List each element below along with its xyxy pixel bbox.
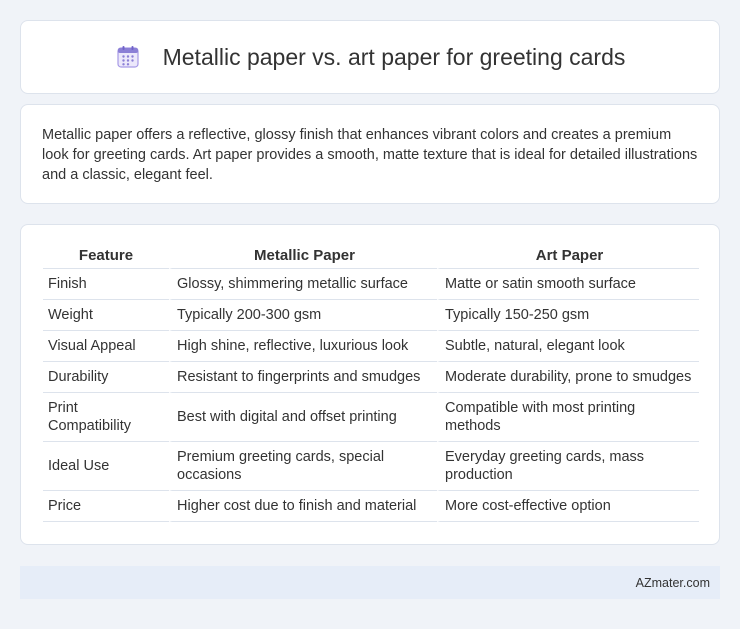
- comparison-table: Feature Metallic Paper Art Paper Finish …: [43, 245, 699, 522]
- calendar-icon: [117, 46, 139, 68]
- table-row: Finish Glossy, shimmering metallic surfa…: [43, 269, 699, 300]
- art-cell: Matte or satin smooth surface: [437, 269, 699, 300]
- table-row: Price Higher cost due to finish and mate…: [43, 491, 699, 522]
- metallic-cell: Premium greeting cards, special occasion…: [169, 442, 437, 491]
- column-header-feature: Feature: [43, 245, 169, 269]
- column-header-art-paper: Art Paper: [437, 245, 699, 269]
- page-title: Metallic paper vs. art paper for greetin…: [162, 43, 626, 70]
- feature-cell: Visual Appeal: [43, 331, 169, 362]
- comparison-table-card: Feature Metallic Paper Art Paper Finish …: [20, 224, 720, 545]
- feature-cell: Price: [43, 491, 169, 522]
- art-cell: Subtle, natural, elegant look: [437, 331, 699, 362]
- intro-card: Metallic paper offers a reflective, glos…: [20, 104, 720, 204]
- art-cell: Compatible with most printing methods: [437, 393, 699, 442]
- feature-cell: Print Compatibility: [43, 393, 169, 442]
- metallic-cell: Typically 200-300 gsm: [169, 300, 437, 331]
- feature-cell: Ideal Use: [43, 442, 169, 491]
- metallic-cell: Higher cost due to finish and material: [169, 491, 437, 522]
- table-row: Ideal Use Premium greeting cards, specia…: [43, 442, 699, 491]
- metallic-cell: Resistant to fingerprints and smudges: [169, 362, 437, 393]
- footer-site-name: AZmater.com: [635, 575, 710, 590]
- column-header-metallic-paper: Metallic Paper: [169, 245, 437, 269]
- feature-cell: Finish: [43, 269, 169, 300]
- feature-cell: Weight: [43, 300, 169, 331]
- art-cell: Moderate durability, prone to smudges: [437, 362, 699, 393]
- title-card: Metallic paper vs. art paper for greetin…: [20, 20, 720, 94]
- table-row: Durability Resistant to fingerprints and…: [43, 362, 699, 393]
- art-cell: Everyday greeting cards, mass production: [437, 442, 699, 491]
- footer: AZmater.com: [20, 566, 720, 599]
- metallic-cell: Best with digital and offset printing: [169, 393, 437, 442]
- metallic-cell: High shine, reflective, luxurious look: [169, 331, 437, 362]
- art-cell: Typically 150-250 gsm: [437, 300, 699, 331]
- table-header-row: Feature Metallic Paper Art Paper: [43, 245, 699, 269]
- table-row: Print Compatibility Best with digital an…: [43, 393, 699, 442]
- feature-cell: Durability: [43, 362, 169, 393]
- metallic-cell: Glossy, shimmering metallic surface: [169, 269, 437, 300]
- table-row: Weight Typically 200-300 gsm Typically 1…: [43, 300, 699, 331]
- table-row: Visual Appeal High shine, reflective, lu…: [43, 331, 699, 362]
- art-cell: More cost-effective option: [437, 491, 699, 522]
- intro-paragraph: Metallic paper offers a reflective, glos…: [42, 127, 698, 183]
